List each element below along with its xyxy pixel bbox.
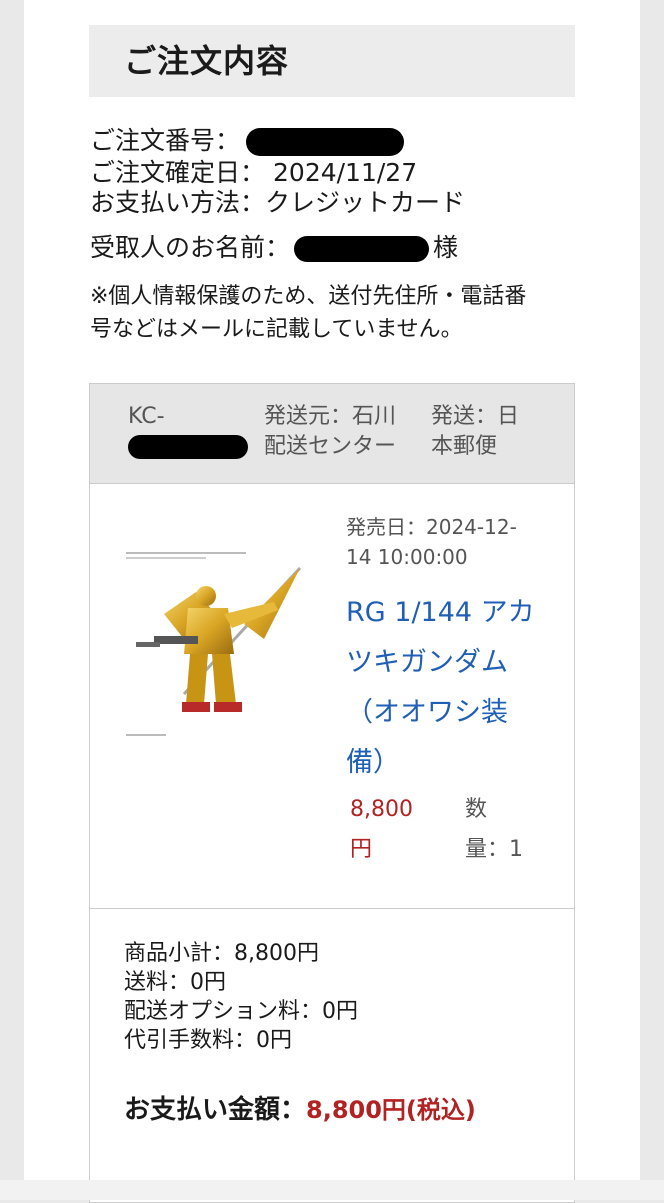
order-page: ご注文内容 ご注文番号： ご注文確定日： 2024/11/27 お支払い方法：クレ… xyxy=(24,0,640,1203)
cod-fee-line: 代引手数料：0円 xyxy=(124,1028,292,1053)
recipient-name-redaction xyxy=(294,236,430,262)
product-quantity-line2: 量：1 xyxy=(465,837,523,862)
release-date-line1: 発売日：2024-12- xyxy=(346,515,517,539)
privacy-notice: ※個人情報保護のため、送付先住所・電話番 号などはメールに記載していません。 xyxy=(90,280,590,346)
order-number-label: ご注文番号： xyxy=(90,126,241,155)
release-date: 発売日：2024-12- 14 10:00:00 xyxy=(346,512,546,572)
shipment-id: KC- xyxy=(128,402,248,462)
shipping-fee-line: 送料：0円 xyxy=(124,970,226,995)
order-number-redaction xyxy=(246,128,405,156)
shipment-carrier-line2: 本郵便 xyxy=(431,434,498,459)
payment-total-label: お支払い金額： xyxy=(124,1095,307,1125)
shipment-origin-line2: 配送センター xyxy=(264,434,397,459)
product-title-line2: ツキガンダム xyxy=(346,647,508,678)
product-title-line1: RG 1/144 アカ xyxy=(346,597,535,628)
privacy-notice-line1: ※個人情報保護のため、送付先住所・電話番 xyxy=(90,284,527,309)
product-row: 発売日：2024-12- 14 10:00:00 RG 1/144 アカ ツキガ… xyxy=(90,484,574,909)
price-summary: 商品小計：8,800円 送料：0円 配送オプション料：0円 代引手数料：0円 xyxy=(124,939,358,1055)
order-number-row: ご注文番号： xyxy=(90,125,405,157)
bottom-edge xyxy=(0,1180,664,1200)
shipment-id-prefix: KC- xyxy=(128,404,165,429)
payment-method-row: お支払い方法：クレジットカード xyxy=(90,187,465,219)
product-quantity: 数 量：1 xyxy=(465,790,555,870)
product-title-line3: （オオワシ装 xyxy=(346,697,508,728)
shipment-origin-line1: 発送元：石川 xyxy=(264,404,397,429)
recipient-label: 受取人のお名前： xyxy=(90,233,291,262)
order-date-label: ご注文確定日： xyxy=(90,158,266,187)
shipment-carrier: 発送：日 本郵便 xyxy=(431,402,519,462)
order-date-row: ご注文確定日： 2024/11/27 xyxy=(90,157,417,189)
product-quantity-line1: 数 xyxy=(465,797,488,822)
product-price: 8,800 円 xyxy=(350,790,430,870)
product-title-line4: 備） xyxy=(346,747,400,778)
page-title: ご注文内容 xyxy=(89,25,575,97)
payment-method-label: お支払い方法： xyxy=(90,188,266,217)
shipment-header: KC- 発送元：石川 配送センター 発送：日 本郵便 xyxy=(90,384,574,484)
product-image-svg xyxy=(124,544,314,744)
shipment-carrier-line1: 発送：日 xyxy=(431,404,520,429)
shipment-origin: 発送元：石川 配送センター xyxy=(264,402,396,462)
shipment-id-redaction xyxy=(128,435,248,459)
order-date-value: 2024/11/27 xyxy=(273,158,418,187)
order-item-card: KC- 発送元：石川 配送センター 発送：日 本郵便 発売日：2024-12- … xyxy=(89,383,575,1203)
recipient-suffix: 様 xyxy=(433,233,459,262)
payment-method-value: クレジットカード xyxy=(265,188,466,217)
recipient-row: 受取人のお名前： 様 xyxy=(90,232,458,264)
subtotal-line: 商品小計：8,800円 xyxy=(124,941,319,966)
product-price-line2: 円 xyxy=(350,837,373,862)
delivery-option-fee-line: 配送オプション料：0円 xyxy=(124,999,358,1024)
product-title-link[interactable]: RG 1/144 アカ ツキガンダム （オオワシ装 備） xyxy=(346,588,552,788)
payment-total: お支払い金額：8,800円(税込) xyxy=(124,1089,476,1126)
release-date-line2: 14 10:00:00 xyxy=(346,545,468,569)
gundam-model-image[interactable] xyxy=(124,544,314,744)
privacy-notice-line2: 号などはメールに記載していません。 xyxy=(90,317,463,342)
payment-total-amount: 8,800円(税込) xyxy=(306,1096,476,1124)
product-price-line1: 8,800 xyxy=(350,797,413,822)
